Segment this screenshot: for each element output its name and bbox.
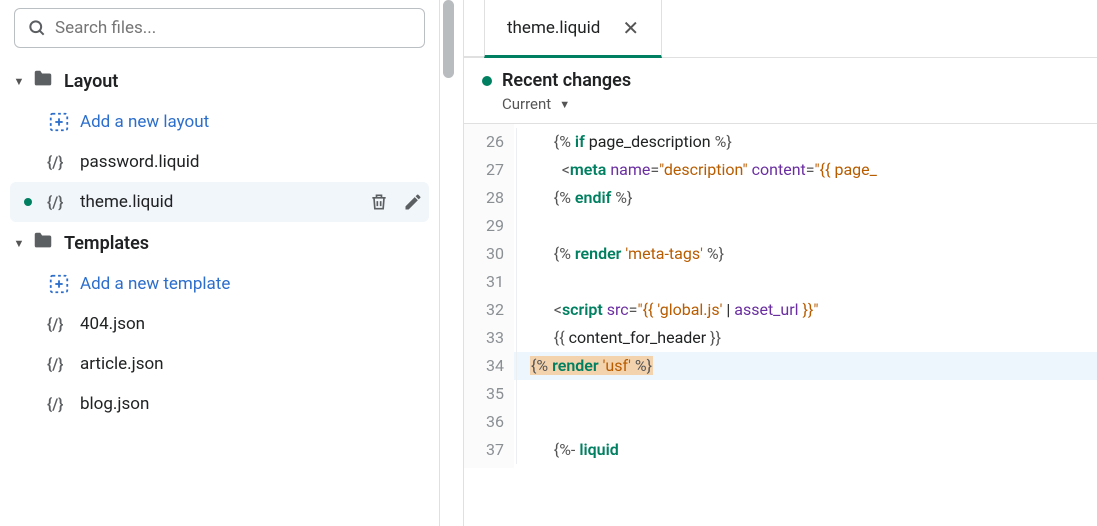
add-label: Add a new template [80,274,230,294]
caret-down-icon: ▼ [12,75,26,88]
search-input[interactable] [55,18,412,38]
liquid-file-icon: {/} [46,353,72,375]
folder-icon [32,230,54,256]
file-sidebar: ▼ Layout Add a new layout {/} password.l… [0,0,440,526]
add-layout-link[interactable]: Add a new layout [10,102,429,142]
version-label: Current [502,95,551,113]
delete-icon[interactable] [369,192,389,212]
folder-layout[interactable]: ▼ Layout [10,60,429,102]
svg-text:{/}: {/} [47,153,63,172]
file-row-blog[interactable]: {/} blog.json [10,384,429,424]
add-icon [46,111,72,133]
edit-icon[interactable] [403,192,423,212]
version-dropdown[interactable]: Current ▼ [502,95,1079,113]
file-name: theme.liquid [80,192,173,212]
caret-down-icon: ▼ [12,237,26,250]
file-row-password[interactable]: {/} password.liquid [10,142,429,182]
liquid-file-icon: {/} [46,151,72,173]
chevron-down-icon: ▼ [559,98,570,111]
scrollbar-thumb[interactable] [443,0,454,78]
code-editor[interactable]: 262728293031323334353637 {% if page_desc… [464,124,1097,468]
liquid-file-icon: {/} [46,393,72,415]
close-icon[interactable]: ✕ [622,16,639,40]
folder-label: Templates [64,233,149,254]
folder-templates[interactable]: ▼ Templates [10,222,429,264]
recent-changes-bar: Recent changes Current ▼ [464,58,1097,124]
file-row-article[interactable]: {/} article.json [10,344,429,384]
svg-text:{/}: {/} [47,315,63,334]
file-name: password.liquid [80,152,200,172]
editor-pane: theme.liquid ✕ Recent changes Current ▼ … [464,0,1097,526]
add-icon [46,273,72,295]
search-icon [27,18,47,38]
file-row-theme[interactable]: {/} theme.liquid [10,182,429,222]
code-lines[interactable]: {% if page_description %} <meta name="de… [514,124,1097,468]
folder-icon [32,68,54,94]
file-name: article.json [80,354,164,374]
line-numbers: 262728293031323334353637 [464,124,514,468]
add-template-link[interactable]: Add a new template [10,264,429,304]
add-label: Add a new layout [80,112,209,132]
file-name: 404.json [80,314,145,334]
svg-text:{/}: {/} [47,355,63,374]
tab-theme-liquid[interactable]: theme.liquid ✕ [484,0,662,58]
svg-text:{/}: {/} [47,395,63,414]
tab-title: theme.liquid [507,18,600,38]
modified-dot-icon [482,76,492,86]
recent-title: Recent changes [502,70,631,91]
file-row-404[interactable]: {/} 404.json [10,304,429,344]
svg-text:{/}: {/} [47,193,63,212]
tab-bar: theme.liquid ✕ [464,0,1097,58]
file-name: blog.json [80,394,149,414]
sidebar-scrollbar[interactable] [440,0,464,526]
liquid-file-icon: {/} [46,191,72,213]
search-input-wrap[interactable] [14,8,425,48]
liquid-file-icon: {/} [46,313,72,335]
folder-label: Layout [64,71,118,92]
